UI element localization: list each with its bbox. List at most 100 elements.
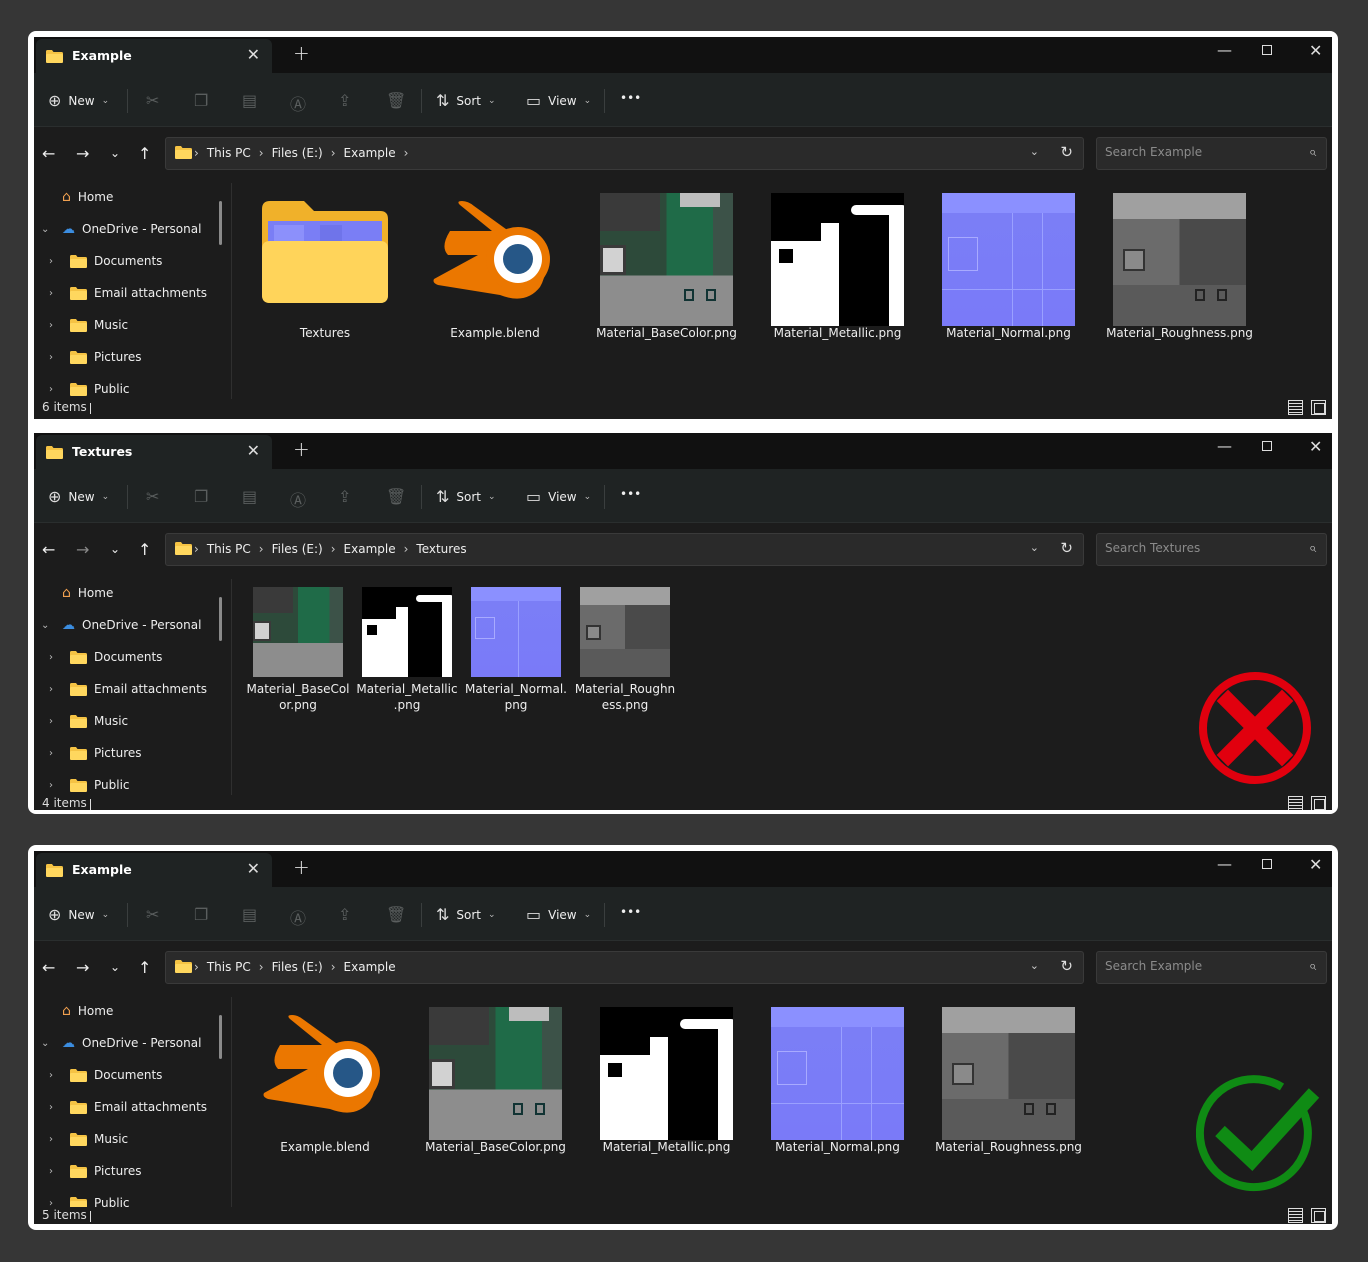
search-box[interactable]: ⌕ <box>1096 533 1327 566</box>
file-item-roughness[interactable]: Material_Roughness.png <box>1106 193 1253 343</box>
sidebar-item-documents[interactable]: › Documents <box>49 250 162 272</box>
sidebar-item-music[interactable]: › Music <box>49 710 128 732</box>
file-item-normal[interactable]: Material_Normal.png <box>771 1007 904 1157</box>
rename-button[interactable]: Ⓐ <box>290 91 306 115</box>
sidebar-item-onedrive[interactable]: ⌄ ☁ OneDrive - Personal <box>41 218 201 240</box>
crumb-example[interactable]: Example <box>344 542 396 556</box>
chevron-right-icon[interactable]: › <box>49 1198 53 1208</box>
chevron-right-icon[interactable]: › <box>49 1134 53 1145</box>
crumb-this-pc[interactable]: This PC <box>207 542 251 556</box>
chevron-right-icon[interactable]: › <box>49 780 53 791</box>
delete-button[interactable]: 🗑 <box>386 91 406 110</box>
add-tab-icon[interactable]: + <box>293 437 310 461</box>
copy-button[interactable]: ❐ <box>194 905 208 924</box>
share-button[interactable]: ⇪ <box>338 487 351 506</box>
paste-button[interactable]: ▤ <box>242 905 257 924</box>
chevron-right-icon[interactable]: › <box>49 288 53 299</box>
view-button[interactable]: ▭ View ⌄ <box>526 905 591 924</box>
search-box[interactable]: ⌕ <box>1096 951 1327 984</box>
large-icons-view-icon[interactable] <box>1311 1208 1326 1223</box>
sidebar-scrollbar[interactable] <box>219 1015 222 1059</box>
chevron-right-icon[interactable]: › <box>49 652 53 663</box>
forward-arrow-icon[interactable]: → <box>76 958 89 977</box>
sidebar-item-music[interactable]: › Music <box>49 314 128 336</box>
sidebar-item-onedrive[interactable]: ⌄ ☁ OneDrive - Personal <box>41 1032 201 1054</box>
sort-button[interactable]: ⇅ Sort ⌄ <box>436 905 496 924</box>
close-window-icon[interactable]: ✕ <box>1309 855 1322 874</box>
recent-locations-icon[interactable]: ⌄ <box>110 542 120 556</box>
refresh-icon[interactable]: ↻ <box>1060 957 1073 975</box>
view-button[interactable]: ▭ View ⌄ <box>526 487 591 506</box>
details-view-icon[interactable] <box>1288 1208 1303 1223</box>
file-item-example-blend[interactable]: Example.blend <box>430 197 560 347</box>
sidebar-item-onedrive[interactable]: ⌄ ☁ OneDrive - Personal <box>41 614 201 636</box>
recent-locations-icon[interactable]: ⌄ <box>110 146 120 160</box>
sort-button[interactable]: ⇅ Sort ⌄ <box>436 487 496 506</box>
refresh-icon[interactable]: ↻ <box>1060 539 1073 557</box>
file-item-metallic[interactable]: Material_Metallic.png <box>356 587 458 717</box>
file-item-roughness[interactable]: Material_Roughness.png <box>935 1007 1082 1157</box>
back-arrow-icon[interactable]: ← <box>42 958 55 977</box>
details-view-icon[interactable] <box>1288 796 1303 810</box>
chevron-right-icon[interactable]: › <box>49 256 53 267</box>
sidebar-item-home[interactable]: ⌂ Home <box>62 186 113 208</box>
sidebar-item-home[interactable]: ⌂ Home <box>62 582 113 604</box>
delete-button[interactable]: 🗑 <box>386 905 406 924</box>
sidebar-item-documents[interactable]: › Documents <box>49 1064 162 1086</box>
forward-arrow-icon[interactable]: → <box>76 144 89 163</box>
paste-button[interactable]: ▤ <box>242 487 257 506</box>
sidebar-item-music[interactable]: › Music <box>49 1128 128 1150</box>
crumb-files[interactable]: Files (E:) <box>272 146 323 160</box>
file-item-example-blend[interactable]: Example.blend <box>260 1011 390 1161</box>
sidebar-item-pictures[interactable]: › Pictures <box>49 346 142 368</box>
back-arrow-icon[interactable]: ← <box>42 540 55 559</box>
share-button[interactable]: ⇪ <box>338 905 351 924</box>
chevron-right-icon[interactable]: › <box>49 1166 53 1177</box>
sidebar-item-home[interactable]: ⌂ Home <box>62 1000 113 1022</box>
chevron-right-icon[interactable]: › <box>49 748 53 759</box>
more-options-button[interactable]: ••• <box>620 91 641 105</box>
file-item-metallic[interactable]: Material_Metallic.png <box>600 1007 733 1157</box>
file-item-textures-folder[interactable]: Textures <box>260 197 390 347</box>
cut-button[interactable]: ✂ <box>146 487 159 506</box>
file-item-basecolor[interactable]: Material_BaseColor.png <box>246 587 350 717</box>
sidebar-item-email[interactable]: › Email attachments <box>49 1096 207 1118</box>
view-button[interactable]: ▭ View ⌄ <box>526 91 591 110</box>
minimize-icon[interactable]: — <box>1217 41 1232 59</box>
sidebar-item-documents[interactable]: › Documents <box>49 646 162 668</box>
chevron-right-icon[interactable]: › <box>49 1070 53 1081</box>
address-bar[interactable]: › This PC › Files (E:) › Example ⌄ ↻ <box>165 951 1084 984</box>
up-arrow-icon[interactable]: ↑ <box>138 958 151 977</box>
chevron-right-icon[interactable]: › <box>49 320 53 331</box>
chevron-down-icon[interactable]: ⌄ <box>41 224 49 235</box>
tab-textures[interactable]: Textures ✕ <box>36 435 272 469</box>
large-icons-view-icon[interactable] <box>1311 400 1326 415</box>
pane-divider[interactable] <box>231 579 232 795</box>
crumb-example[interactable]: Example <box>344 960 396 974</box>
file-item-basecolor[interactable]: Material_BaseColor.png <box>425 1007 566 1157</box>
chevron-right-icon[interactable]: › <box>49 716 53 727</box>
sidebar-item-pictures[interactable]: › Pictures <box>49 1160 142 1182</box>
add-tab-icon[interactable]: + <box>293 855 310 879</box>
address-bar[interactable]: › This PC › Files (E:) › Example › ⌄ ↻ <box>165 137 1084 170</box>
search-input[interactable] <box>1105 959 1295 973</box>
sidebar-item-email[interactable]: › Email attachments <box>49 678 207 700</box>
chevron-right-icon[interactable]: › <box>49 1102 53 1113</box>
file-item-metallic[interactable]: Material_Metallic.png <box>771 193 904 343</box>
sidebar-item-pictures[interactable]: › Pictures <box>49 742 142 764</box>
new-button[interactable]: ⊕ New ⌄ <box>48 91 109 110</box>
sidebar-scrollbar[interactable] <box>219 597 222 641</box>
new-button[interactable]: ⊕ New ⌄ <box>48 905 109 924</box>
chevron-right-icon[interactable]: › <box>49 384 53 395</box>
address-bar[interactable]: › This PC › Files (E:) › Example › Textures… <box>165 533 1084 566</box>
up-arrow-icon[interactable]: ↑ <box>138 144 151 163</box>
sidebar-item-public[interactable]: › Public <box>49 378 130 399</box>
crumb-example[interactable]: Example <box>344 146 396 160</box>
search-input[interactable] <box>1105 541 1295 555</box>
chevron-right-icon[interactable]: › <box>49 684 53 695</box>
minimize-icon[interactable]: — <box>1217 855 1232 873</box>
forward-arrow-icon[interactable]: → <box>76 540 89 559</box>
close-window-icon[interactable]: ✕ <box>1309 41 1322 60</box>
crumb-this-pc[interactable]: This PC <box>207 960 251 974</box>
pane-divider[interactable] <box>231 997 232 1207</box>
